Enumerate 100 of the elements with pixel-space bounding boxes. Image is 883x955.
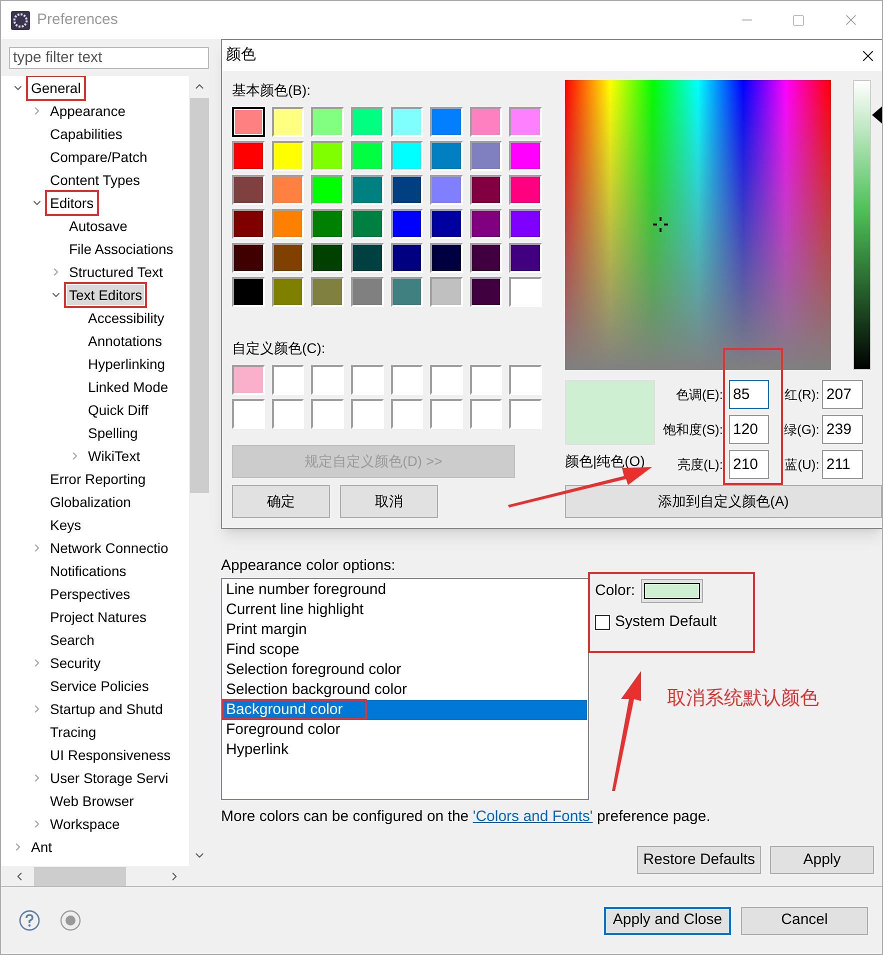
help-icon[interactable] xyxy=(19,910,40,931)
luminance-slider[interactable] xyxy=(853,80,882,370)
page-button[interactable]: Apply xyxy=(770,846,874,874)
color-swatch[interactable] xyxy=(232,277,265,307)
color-swatch[interactable] xyxy=(350,277,384,307)
list-item[interactable]: Current line highlight xyxy=(224,600,587,620)
color-swatch[interactable] xyxy=(390,277,424,307)
tree-item[interactable]: Error Reporting xyxy=(48,468,148,488)
tree-item[interactable]: UI Responsiveness xyxy=(48,744,173,764)
color-swatch[interactable] xyxy=(509,175,542,205)
color-swatch[interactable] xyxy=(470,107,502,137)
record-icon[interactable] xyxy=(60,910,81,931)
hsl-field[interactable]: 210 xyxy=(729,450,769,479)
page-button[interactable]: Restore Defaults xyxy=(637,846,761,874)
color-swatch[interactable] xyxy=(272,107,304,137)
color-swatch[interactable] xyxy=(311,399,344,429)
list-item[interactable]: Hyperlink xyxy=(224,740,587,760)
tree-item[interactable]: Accessibility xyxy=(86,308,166,328)
list-item[interactable]: Line number foreground xyxy=(224,580,587,600)
color-swatch[interactable] xyxy=(232,175,265,205)
tree-item[interactable]: Perspectives xyxy=(48,584,132,604)
add-custom-color-button[interactable]: 添加到自定义颜色(A) xyxy=(565,485,882,518)
footer-button[interactable]: Apply and Close xyxy=(604,906,731,934)
tree-item[interactable]: Quick Diff xyxy=(86,400,150,420)
color-swatch[interactable] xyxy=(232,209,265,239)
list-item[interactable]: Selection background color xyxy=(224,680,587,700)
rgb-field[interactable]: 239 xyxy=(822,415,864,444)
color-swatch[interactable] xyxy=(311,107,344,137)
color-swatch[interactable] xyxy=(509,243,542,273)
color-swatch[interactable] xyxy=(311,175,344,205)
color-swatch[interactable] xyxy=(509,277,542,307)
color-swatch[interactable] xyxy=(232,141,265,171)
list-item[interactable]: Find scope xyxy=(224,640,587,660)
horizontal-scrollbar[interactable] xyxy=(1,866,209,886)
color-swatch[interactable] xyxy=(470,277,502,307)
scrollbar-thumb[interactable] xyxy=(190,98,208,493)
list-item[interactable]: Selection foreground color xyxy=(224,660,587,680)
color-swatch[interactable] xyxy=(470,399,502,429)
tree-item[interactable]: File Associations xyxy=(67,238,176,258)
list-item[interactable]: Foreground color xyxy=(224,720,587,740)
color-options-list[interactable]: Line number foreground Current line highlight Print margin Find scope Selection foreground color Selection background color Background color Foreground color Hyperlink xyxy=(221,578,589,800)
color-swatch[interactable] xyxy=(430,243,463,273)
hsl-field[interactable]: 120 xyxy=(729,415,769,444)
tree-item[interactable]: Ant xyxy=(29,836,54,856)
tree-item[interactable]: Notifications xyxy=(48,560,128,580)
rgb-field[interactable]: 211 xyxy=(822,450,864,479)
color-swatch[interactable] xyxy=(272,243,304,273)
color-swatch[interactable] xyxy=(350,209,384,239)
colors-fonts-link[interactable]: 'Colors and Fonts' xyxy=(472,808,593,825)
color-swatch[interactable] xyxy=(272,365,304,395)
rgb-field[interactable]: 207 xyxy=(822,380,864,409)
tree-item[interactable]: Linked Mode xyxy=(86,376,170,396)
list-item[interactable]: Print margin xyxy=(224,620,587,640)
color-swatch[interactable] xyxy=(350,107,384,137)
tree-item[interactable]: Annotations xyxy=(86,330,164,350)
tree-item[interactable]: Workspace xyxy=(48,814,122,834)
color-swatch[interactable] xyxy=(350,175,384,205)
color-swatch[interactable] xyxy=(311,209,344,239)
color-swatch[interactable] xyxy=(470,175,502,205)
color-swatch[interactable] xyxy=(509,141,542,171)
color-swatch[interactable] xyxy=(470,365,502,395)
color-swatch[interactable] xyxy=(350,141,384,171)
color-swatch[interactable] xyxy=(509,399,542,429)
filter-field[interactable]: type filter text xyxy=(9,47,209,69)
color-swatch[interactable] xyxy=(390,399,424,429)
tree-item[interactable]: User Storage Servi xyxy=(48,768,170,788)
color-swatch[interactable] xyxy=(509,209,542,239)
color-swatch[interactable] xyxy=(232,399,265,429)
tree-item[interactable]: Autosave xyxy=(67,216,130,236)
color-swatch[interactable] xyxy=(430,277,463,307)
color-swatch[interactable] xyxy=(430,399,463,429)
tree-item[interactable]: Web Browser xyxy=(48,790,136,810)
color-swatch[interactable] xyxy=(390,365,424,395)
color-button[interactable] xyxy=(641,579,704,603)
color-swatch[interactable] xyxy=(311,277,344,307)
footer-button[interactable]: Cancel xyxy=(741,906,868,934)
color-swatch[interactable] xyxy=(390,107,424,137)
tree-item[interactable]: Security xyxy=(48,652,103,672)
color-swatch[interactable] xyxy=(272,277,304,307)
maximize-icon[interactable] xyxy=(792,14,805,26)
tree-item[interactable]: Globalization xyxy=(48,492,133,512)
tree-item[interactable]: Text Editors xyxy=(67,284,144,304)
tree-item[interactable]: WikiText xyxy=(86,446,142,466)
tree-item[interactable]: Keys xyxy=(48,514,84,534)
color-swatch[interactable] xyxy=(430,209,463,239)
tree-item[interactable]: Structured Text xyxy=(67,262,165,282)
color-swatch[interactable] xyxy=(311,243,344,273)
color-swatch[interactable] xyxy=(350,399,384,429)
color-swatch[interactable] xyxy=(311,141,344,171)
color-swatch[interactable] xyxy=(272,175,304,205)
tree-item[interactable]: Tracing xyxy=(48,722,98,742)
color-swatch[interactable] xyxy=(390,209,424,239)
color-swatch[interactable] xyxy=(430,365,463,395)
ok-button[interactable]: 确定 xyxy=(232,485,330,518)
tree-item[interactable]: Editors xyxy=(48,192,96,212)
color-swatch[interactable] xyxy=(430,175,463,205)
tree-item[interactable]: Network Connectio xyxy=(48,538,170,558)
color-swatch[interactable] xyxy=(430,141,463,171)
color-swatch[interactable] xyxy=(232,365,265,395)
color-swatch[interactable] xyxy=(350,365,384,395)
